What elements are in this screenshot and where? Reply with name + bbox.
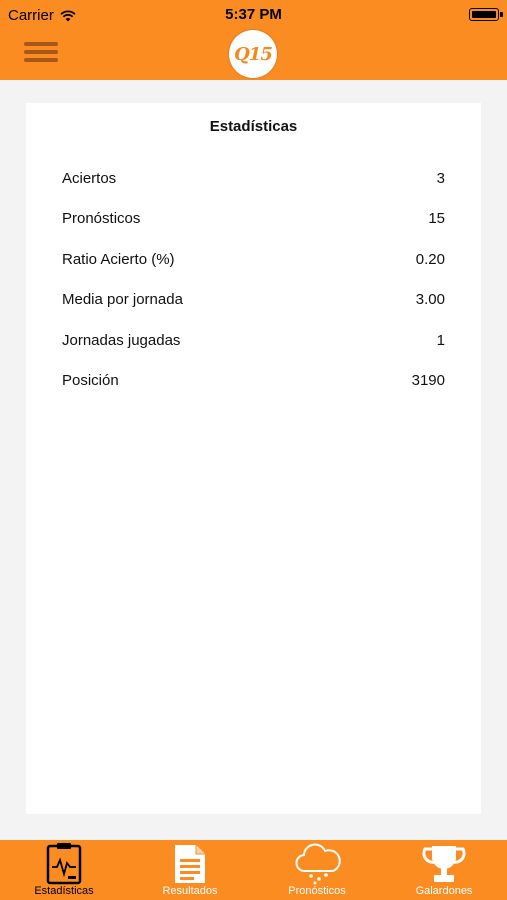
tab-galardones[interactable]: Galardones [381, 840, 507, 900]
tab-label: Galardones [415, 885, 473, 897]
document-icon [175, 845, 205, 883]
stat-value: 3 [436, 170, 445, 187]
stat-label: Posición [62, 372, 119, 389]
logo-text: Q15 [234, 43, 273, 65]
stat-value: 15 [428, 210, 445, 227]
stat-label: Aciertos [62, 170, 117, 187]
tab-bar: Estadísticas Resultados Pronósticos Gala… [0, 840, 507, 900]
stat-label: Media por jornada [62, 291, 183, 308]
tab-label: Pronósticos [288, 885, 346, 897]
menu-bar-icon [24, 50, 58, 54]
stat-label: Ratio Acierto (%) [62, 251, 175, 268]
app-logo: Q15 [229, 30, 277, 78]
tab-estadisticas[interactable]: Estadísticas [1, 840, 127, 900]
menu-bar-icon [24, 42, 58, 46]
battery-icon [469, 8, 503, 21]
clock: 5:37 PM [225, 6, 282, 23]
stat-row-aciertos: Aciertos 3 [62, 170, 445, 194]
stat-label: Pronósticos [62, 210, 141, 227]
stat-row-posicion: Posición 3190 [62, 372, 445, 396]
tab-label: Resultados [162, 885, 218, 897]
stat-row-pronosticos: Pronósticos 15 [62, 210, 445, 234]
stat-value: 3190 [411, 372, 445, 389]
tab-resultados[interactable]: Resultados [127, 840, 253, 900]
stats-title: Estadísticas [209, 118, 298, 135]
menu-bar-icon [24, 58, 58, 62]
stat-row-ratio: Ratio Acierto (%) 0.20 [62, 251, 445, 275]
stats-card: Estadísticas Aciertos 3 Pronósticos 15 R… [26, 103, 481, 814]
stat-value: 3.00 [415, 291, 445, 308]
trophy-icon [422, 846, 466, 882]
tab-label: Estadísticas [34, 885, 94, 897]
tab-pronosticos[interactable]: Pronósticos [254, 840, 380, 900]
hamburger-menu-button[interactable] [24, 38, 60, 70]
status-bar: Carrier 5:37 PM [0, 0, 507, 30]
stat-value: 0.20 [415, 251, 445, 268]
stat-label: Jornadas jugadas [62, 332, 181, 349]
nav-bar: Q15 [0, 30, 507, 80]
cloud-rain-icon [295, 843, 341, 885]
clipboard-chart-icon [46, 843, 82, 885]
stat-row-jornadas: Jornadas jugadas 1 [62, 332, 445, 356]
stat-row-media: Media por jornada 3.00 [62, 291, 445, 315]
stat-value: 1 [436, 332, 445, 349]
